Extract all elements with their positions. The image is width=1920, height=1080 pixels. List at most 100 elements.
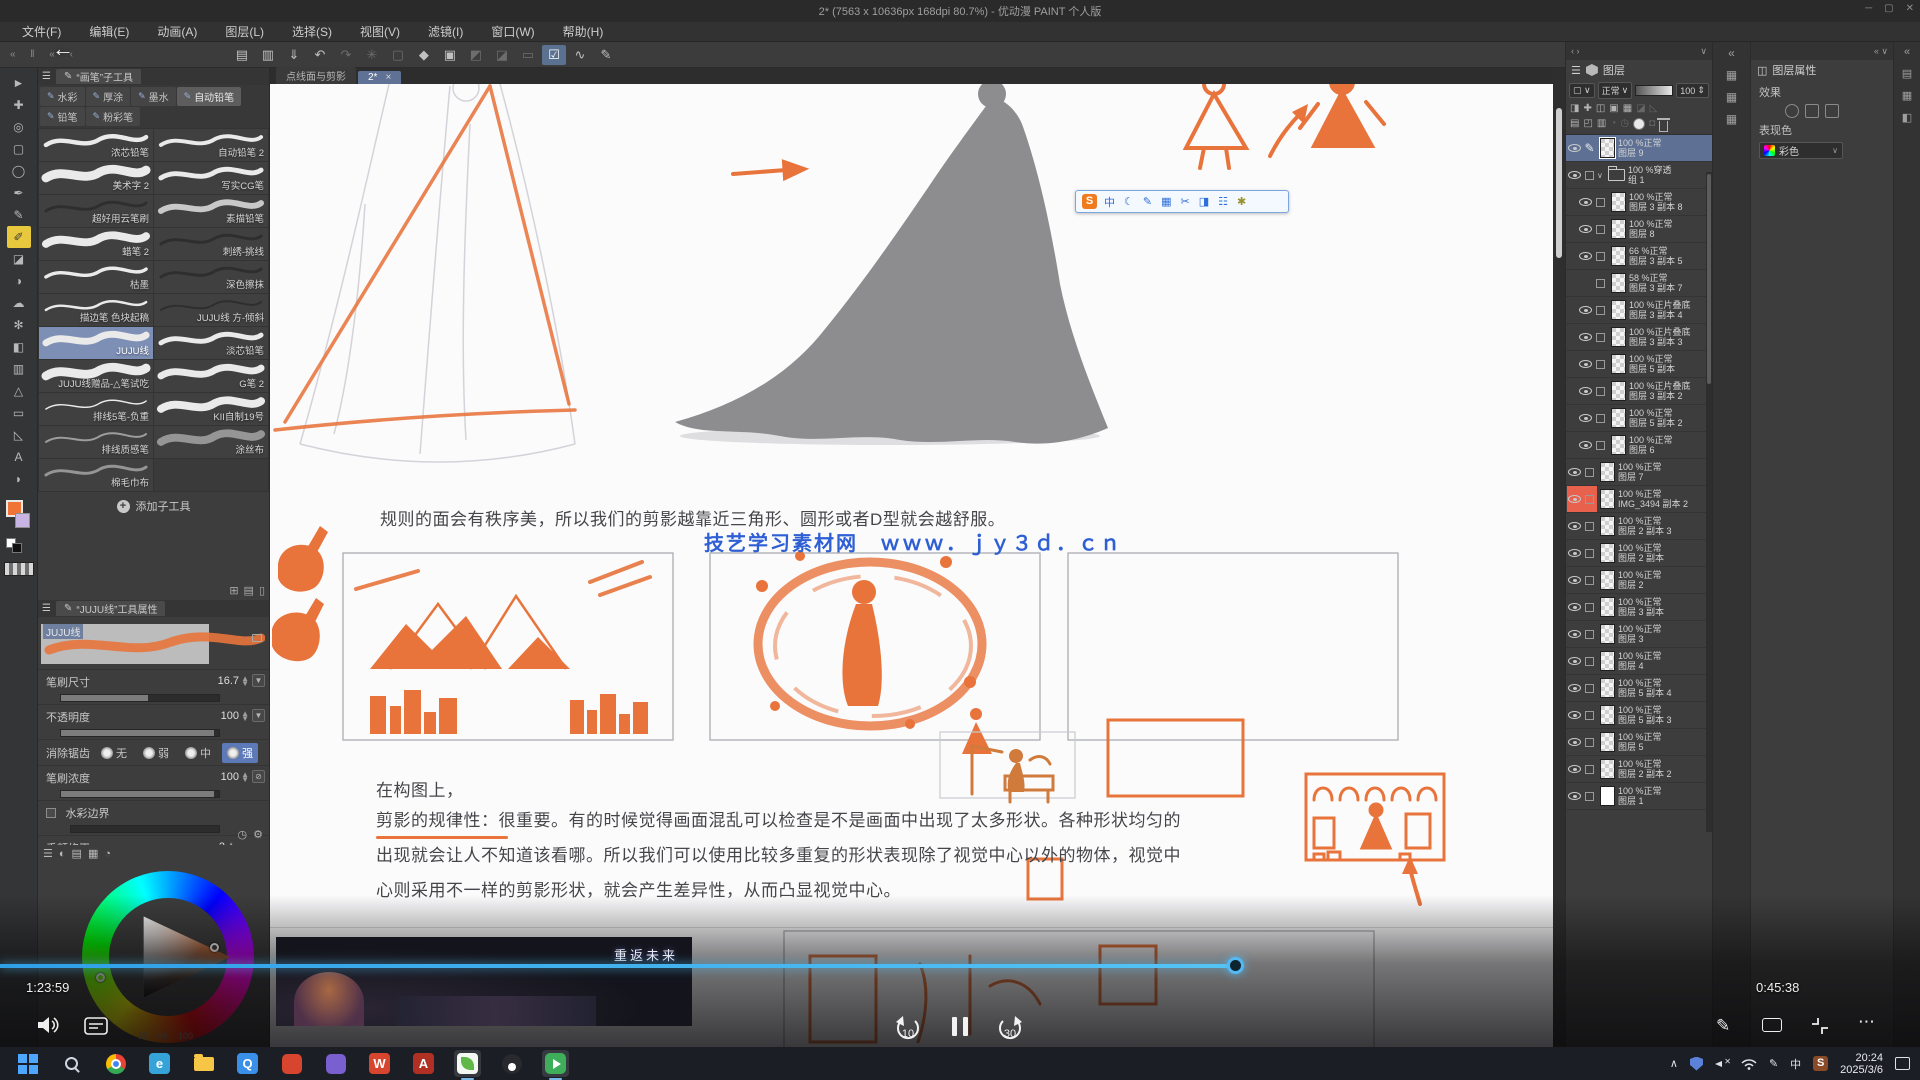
- layer-checkbox[interactable]: [1582, 459, 1597, 485]
- layer-thumbnail[interactable]: [1600, 597, 1615, 617]
- layer-row[interactable]: 100 %正常图层 2 副本: [1566, 540, 1712, 567]
- brush-item[interactable]: JUJU线: [39, 327, 153, 359]
- brush-category-厚涂[interactable]: ✎厚涂: [86, 87, 131, 106]
- expression-color-dropdown[interactable]: 彩色 ∨: [1759, 142, 1843, 159]
- layer-thumbnail[interactable]: [1600, 462, 1615, 482]
- density-dynamics-button[interactable]: ⊘: [252, 770, 265, 783]
- layer-row[interactable]: ✎100 %正常图层 9: [1566, 135, 1712, 162]
- detail-settings-icon[interactable]: ⚙: [253, 828, 263, 841]
- brush-item[interactable]: 枯墨: [39, 261, 153, 293]
- layer-checkbox[interactable]: [1582, 594, 1597, 620]
- layer-visibility-icon[interactable]: [1567, 567, 1582, 593]
- hue-indicator[interactable]: [96, 973, 105, 982]
- mask-enable-icon[interactable]: ◪: [1636, 103, 1645, 114]
- panel-menu-icon[interactable]: ☰: [42, 71, 51, 82]
- layer-thumbnail[interactable]: [1600, 489, 1615, 509]
- navigator-panel-icon[interactable]: ▦: [1726, 68, 1737, 82]
- watercolor-edge-slider[interactable]: [70, 825, 220, 833]
- brush-category-墨水[interactable]: ✎墨水: [131, 87, 176, 106]
- layer-visibility-icon[interactable]: [1567, 486, 1582, 512]
- layer-color-effect-icon[interactable]: [1825, 104, 1839, 118]
- gradient-tool[interactable]: ▥: [7, 358, 31, 380]
- ime-indicator[interactable]: 中: [1790, 1056, 1801, 1072]
- collapse-icon[interactable]: « ∨: [1874, 46, 1888, 57]
- layer-row[interactable]: ∨100 %穿透组 1: [1566, 162, 1712, 189]
- frame-icon[interactable]: ▭: [516, 45, 540, 65]
- layer-color-dropdown[interactable]: ▢ ∨: [1569, 83, 1595, 98]
- menu-view[interactable]: 视图(V): [346, 23, 414, 40]
- transfer-icon[interactable]: ◔: [1610, 118, 1616, 132]
- brush-item[interactable]: G笔 2: [154, 360, 268, 392]
- apply-mask-icon[interactable]: ◘: [1649, 118, 1655, 132]
- volume-muted-icon[interactable]: [1715, 1058, 1729, 1070]
- adobe-app[interactable]: A: [410, 1050, 437, 1077]
- pattern-swatch[interactable]: [4, 562, 34, 576]
- layer-row[interactable]: 100 %正常图层 3: [1566, 621, 1712, 648]
- export-icon[interactable]: ⇓: [282, 45, 306, 65]
- layer-thumbnail[interactable]: [1600, 543, 1615, 563]
- frame-tool[interactable]: ▭: [7, 402, 31, 424]
- layer-row[interactable]: 100 %正常图层 1: [1566, 783, 1712, 810]
- color-slider-tab-icon[interactable]: ▤: [72, 847, 82, 860]
- layer-thumbnail[interactable]: [1600, 705, 1615, 725]
- start-button[interactable]: [14, 1050, 41, 1077]
- close-button[interactable]: ✕: [1906, 3, 1914, 14]
- merge-icon[interactable]: ◷: [1620, 118, 1629, 132]
- canvas-scrollbar[interactable]: [1553, 68, 1565, 1047]
- layer-visibility-icon[interactable]: [1578, 270, 1593, 296]
- sogou-logo-icon[interactable]: S: [1082, 194, 1097, 209]
- layer-visibility-icon[interactable]: [1567, 621, 1582, 647]
- layer-row[interactable]: 100 %正常IMG_3494 副本 2: [1566, 486, 1712, 513]
- red-app[interactable]: [278, 1050, 305, 1077]
- layer-thumbnail[interactable]: [1611, 327, 1626, 347]
- layer-checkbox[interactable]: [1582, 567, 1597, 593]
- device-icon[interactable]: [1762, 1018, 1782, 1032]
- layer-thumbnail[interactable]: [1600, 570, 1615, 590]
- layer-checkbox[interactable]: [1593, 405, 1608, 431]
- layer-checkbox[interactable]: [1593, 432, 1608, 458]
- size-dynamics-button[interactable]: ▼: [252, 674, 265, 687]
- exit-fullscreen-icon[interactable]: [1810, 1016, 1830, 1041]
- history-panel-icon[interactable]: ▤: [1902, 67, 1912, 80]
- brush-item[interactable]: 涂丝布: [154, 426, 268, 458]
- layer-row[interactable]: 100 %正常图层 3 副本 8: [1566, 189, 1712, 216]
- brush-item[interactable]: 棉毛巾布: [39, 459, 153, 491]
- layer-row[interactable]: 100 %正片叠底图层 3 副本 4: [1566, 297, 1712, 324]
- layer-row[interactable]: 100 %正常图层 4: [1566, 648, 1712, 675]
- layer-thumbnail[interactable]: [1611, 381, 1626, 401]
- zoom-tool[interactable]: ◎: [7, 116, 31, 138]
- stepper-icon[interactable]: ▲▼: [241, 711, 249, 721]
- dock-arrows-icon[interactable]: ‹ ›: [1571, 46, 1580, 56]
- color-wheel-tab-icon[interactable]: ◐: [59, 848, 66, 860]
- layer-thumbnail[interactable]: [1600, 651, 1615, 671]
- menu-animation[interactable]: 动画(A): [143, 23, 211, 40]
- pen-tray-icon[interactable]: ✎: [1769, 1057, 1778, 1070]
- chrome-app[interactable]: [102, 1050, 129, 1077]
- minimize-button[interactable]: ─: [1865, 3, 1872, 14]
- layer-opacity-value[interactable]: 100 ⇕: [1676, 83, 1709, 98]
- night-mode-icon[interactable]: ☾: [1124, 195, 1134, 208]
- layer-thumbnail[interactable]: [1611, 192, 1626, 212]
- lock-layer-icon[interactable]: ▣: [1609, 103, 1618, 114]
- toolbox-icon[interactable]: ✱: [1237, 195, 1246, 208]
- layer-thumbnail[interactable]: [1611, 300, 1626, 320]
- layer-visibility-icon[interactable]: [1578, 189, 1593, 215]
- new-vector-layer-icon[interactable]: ◰: [1583, 118, 1592, 132]
- brush-item[interactable]: 美术字 2: [39, 162, 153, 194]
- clip-icon[interactable]: ◨: [1570, 103, 1579, 114]
- layer-checkbox[interactable]: [1582, 702, 1597, 728]
- layer-visibility-icon[interactable]: [1578, 378, 1593, 404]
- border-effect-icon[interactable]: [1785, 104, 1799, 118]
- brush-item[interactable]: 排线5笔-负重: [39, 393, 153, 425]
- color-set-tab-icon[interactable]: ▦: [88, 847, 98, 860]
- watercolor-edge-checkbox[interactable]: [46, 808, 56, 818]
- layer-row[interactable]: 100 %正常图层 5: [1566, 729, 1712, 756]
- layer-row[interactable]: 100 %正片叠底图层 3 副本 2: [1566, 378, 1712, 405]
- layer-checkbox[interactable]: [1593, 243, 1608, 269]
- layer-checkbox[interactable]: [1582, 486, 1597, 512]
- layer-thumbnail[interactable]: [1600, 516, 1615, 536]
- seek-handle[interactable]: [1227, 957, 1244, 974]
- layer-row[interactable]: 58 %正常图层 3 副本 7: [1566, 270, 1712, 297]
- collapse-dock-icon[interactable]: «: [1904, 46, 1910, 58]
- brush-item[interactable]: 素描铅笔: [154, 195, 268, 227]
